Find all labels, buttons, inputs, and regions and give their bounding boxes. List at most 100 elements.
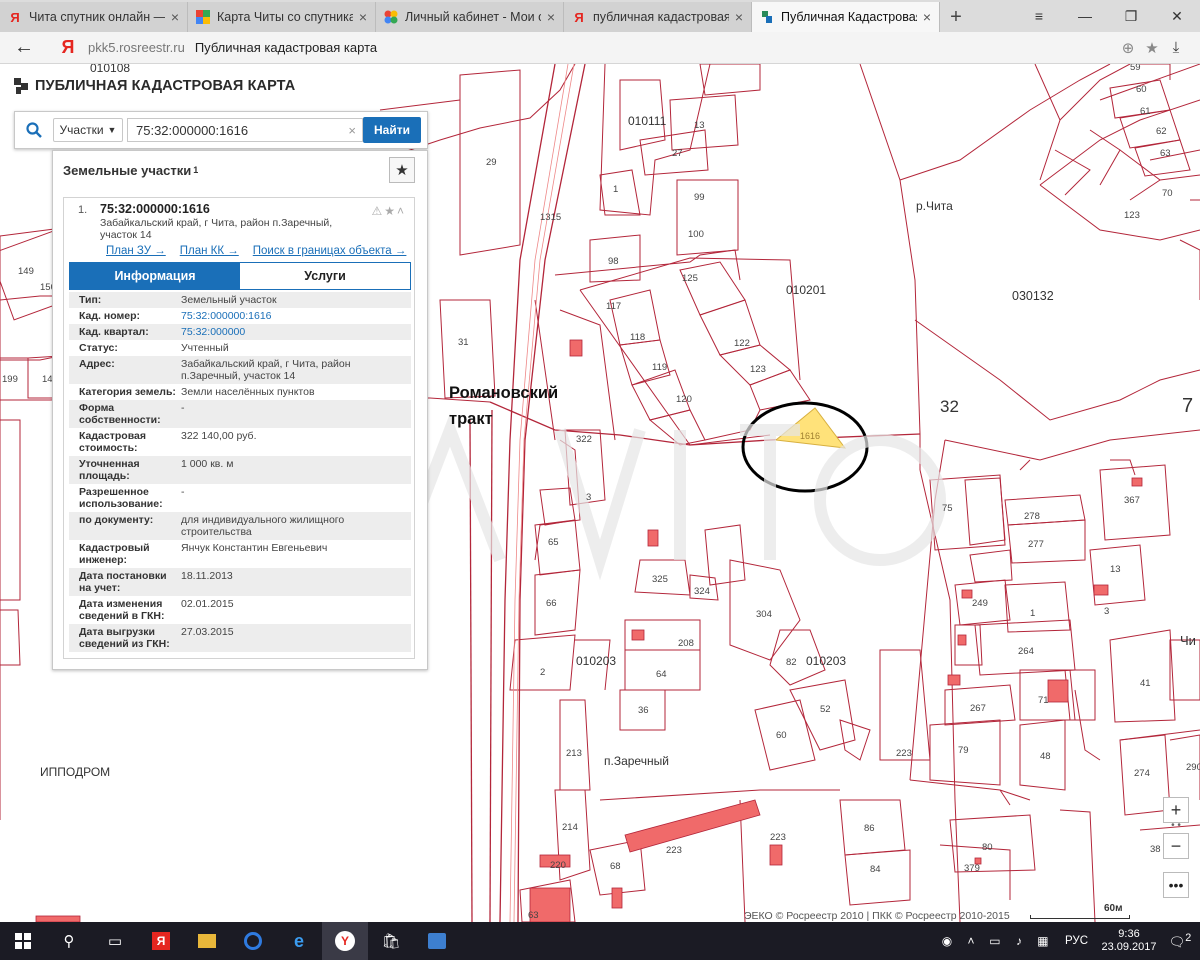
label-010203-a: 010203 <box>576 654 616 668</box>
search-input[interactable]: 75:32:000000:1616 × <box>127 118 363 142</box>
svg-text:60: 60 <box>776 730 787 741</box>
zoom-level-dots: • • <box>1171 820 1181 831</box>
card-links: План ЗУ → План КК → Поиск в границах объ… <box>106 245 406 257</box>
svg-text:64: 64 <box>656 669 667 680</box>
zoom-controls: + • • − <box>1163 797 1189 859</box>
panel-heading: Земельные участки 1 <box>63 162 199 178</box>
info-row: Категория земель: Земли населённых пункто… <box>79 386 315 398</box>
edge-icon[interactable]: e <box>276 922 322 960</box>
svg-text:75: 75 <box>942 503 953 514</box>
info-row: Кад. квартал: 75:32:000000 <box>69 324 411 340</box>
close-window-icon[interactable]: ✕ <box>1154 0 1200 32</box>
menu-icon[interactable]: ≡ <box>1016 0 1062 32</box>
tab-services[interactable]: Услуги <box>240 263 410 289</box>
svg-text:99: 99 <box>694 192 705 203</box>
window-controls: ≡ — ❐ ✕ <box>1016 0 1200 32</box>
search-icon[interactable] <box>15 122 53 138</box>
svg-text:120: 120 <box>676 394 692 405</box>
close-tab-icon[interactable]: × <box>735 9 743 25</box>
svg-text:63: 63 <box>528 910 539 921</box>
yandex-browser-icon[interactable]: Y <box>322 922 368 960</box>
close-tab-icon[interactable]: × <box>359 9 367 25</box>
svg-text:100: 100 <box>688 229 704 240</box>
svg-text:119: 119 <box>652 362 667 373</box>
notifications-icon[interactable]: 🗨2 <box>1160 932 1200 950</box>
volume-icon[interactable]: ♪ <box>1007 934 1031 948</box>
svg-text:61: 61 <box>1140 106 1151 117</box>
download-icon[interactable]: ⤓ <box>1164 39 1188 56</box>
tab-1[interactable]: Я Чита спутник онлайн — Ян × <box>0 2 188 32</box>
new-tab-button[interactable]: + <box>940 2 972 32</box>
info-row: Кадастровый инженер: Янчук Константин Евг… <box>79 542 328 566</box>
clear-icon[interactable]: × <box>348 123 356 138</box>
back-arrow-icon[interactable]: ← <box>0 36 48 59</box>
label-road: Романовский <box>449 384 558 402</box>
warning-icon[interactable]: ⚠ <box>371 204 384 218</box>
svg-text:1: 1 <box>613 184 618 195</box>
svg-text:290: 290 <box>1186 762 1200 773</box>
minimize-icon[interactable]: — <box>1062 0 1108 32</box>
folder-icon[interactable] <box>184 922 230 960</box>
tab-information[interactable]: Информация <box>70 263 240 289</box>
browser-icon[interactable] <box>230 922 276 960</box>
svg-text:249: 249 <box>972 598 988 609</box>
info-row: Дата выгрузки сведений из ГКН: 27.03.2015 <box>69 624 411 652</box>
url-field[interactable]: pkk5.rosreestr.ru Публичная кадастровая … <box>88 36 1106 60</box>
info-row: Тип: Земельный участок <box>69 292 411 308</box>
svg-text:86: 86 <box>864 823 875 834</box>
parcel-cad-number[interactable]: 75:32:000000:1616 <box>100 202 210 216</box>
zoom-out-button[interactable]: − <box>1163 833 1189 859</box>
svg-text:62: 62 <box>1156 126 1167 137</box>
svg-text:27: 27 <box>672 148 683 159</box>
tray-up-icon[interactable]: ˄ <box>959 934 983 948</box>
app-icon[interactable] <box>414 922 460 960</box>
svg-text:367: 367 <box>1124 495 1140 506</box>
tab-5-active[interactable]: Публичная Кадастровая × <box>752 2 940 32</box>
bookmark-star-icon[interactable]: ★ <box>1140 39 1164 57</box>
svg-text:80: 80 <box>982 842 993 853</box>
close-tab-icon[interactable]: × <box>923 9 931 25</box>
close-tab-icon[interactable]: × <box>171 9 179 25</box>
yandex-logo[interactable]: Я <box>48 37 88 58</box>
tray-app-icon[interactable]: ◉ <box>935 934 959 948</box>
svg-text:2: 2 <box>540 667 545 678</box>
favorite-star-icon[interactable]: ★ <box>389 157 415 183</box>
search-bar: Участки ▼ 75:32:000000:1616 × Найти <box>14 111 428 149</box>
svg-text:65: 65 <box>548 537 559 548</box>
more-options-button[interactable]: ••• <box>1163 872 1189 898</box>
svg-text:60: 60 <box>1136 84 1147 95</box>
svg-text:278: 278 <box>1024 511 1040 522</box>
collapse-icon[interactable]: ˄ <box>397 204 406 218</box>
svg-text:3: 3 <box>1104 606 1109 617</box>
svg-text:82: 82 <box>786 657 797 668</box>
close-tab-icon[interactable]: × <box>547 9 555 25</box>
star-icon[interactable]: ★ <box>384 204 397 218</box>
parcel-address: Забайкальский край, г Чита, район п.Заре… <box>100 217 333 241</box>
display-icon[interactable]: ▭ <box>983 934 1007 948</box>
card-tabs: Информация Услуги <box>69 262 411 290</box>
plan-kk-link[interactable]: План КК → <box>180 245 239 257</box>
tab-4[interactable]: Я публичная кадастровая кар × <box>564 2 752 32</box>
info-row: Дата изменения сведений в ГКН: 02.01.2015 <box>79 598 234 622</box>
clock[interactable]: 9:36 23.09.2017 <box>1098 928 1160 954</box>
search-icon[interactable]: ⚲ <box>46 922 92 960</box>
store-icon[interactable]: 🛍 <box>368 922 414 960</box>
search-in-bounds-link[interactable]: Поиск в границах объекта → <box>253 245 407 257</box>
plan-zu-link[interactable]: План ЗУ → <box>106 245 166 257</box>
task-view-icon[interactable]: ▭ <box>92 922 138 960</box>
svg-text:277: 277 <box>1028 539 1044 550</box>
label-010108: 010108 <box>90 64 130 75</box>
network-icon[interactable]: ▦ <box>1031 934 1055 948</box>
language-indicator[interactable]: РУС <box>1065 935 1088 947</box>
search-type-select[interactable]: Участки ▼ <box>53 118 123 142</box>
svg-text:149: 149 <box>18 266 34 277</box>
globe-icon[interactable]: ⊕ <box>1116 39 1140 57</box>
svg-text:29: 29 <box>486 157 497 168</box>
search-button[interactable]: Найти <box>363 117 421 143</box>
tab-3[interactable]: Личный кабинет - Мои объ × <box>376 2 564 32</box>
maximize-icon[interactable]: ❐ <box>1108 0 1154 32</box>
windows-start-icon[interactable] <box>0 922 46 960</box>
tab-2[interactable]: Карта Читы со спутника - у × <box>188 2 376 32</box>
system-tray: ◉ ˄ ▭ ♪ ▦ РУС 9:36 23.09.2017 🗨2 <box>935 922 1200 960</box>
yandex-taskbar-icon[interactable]: Я <box>138 922 184 960</box>
